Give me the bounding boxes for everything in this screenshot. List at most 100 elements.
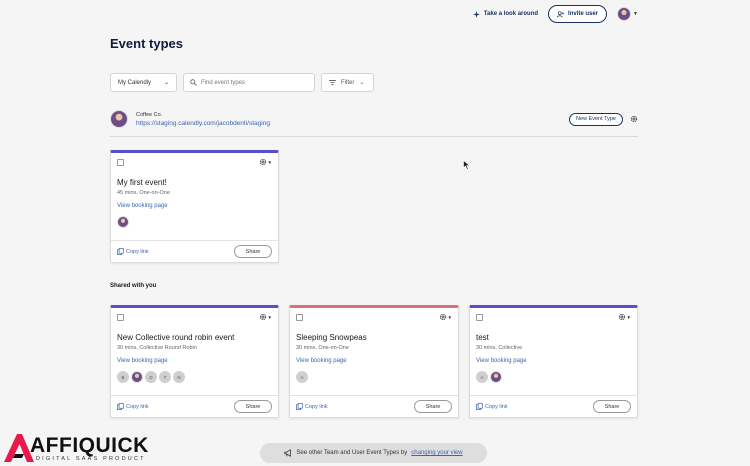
account-menu[interactable]: ▼ — [617, 7, 638, 21]
host-avatar — [117, 216, 129, 228]
host-list — [117, 216, 129, 228]
shared-section-label: Shared with you — [110, 283, 157, 289]
select-checkbox[interactable] — [476, 314, 483, 321]
new-event-type-button[interactable]: New Event Type — [569, 112, 623, 126]
take-a-look-label: Take a look around — [483, 11, 539, 17]
divider — [110, 136, 638, 137]
view-booking-link[interactable]: View booking page — [117, 358, 168, 364]
view-toast: See other Team and User Event Types by c… — [260, 443, 487, 463]
host-list: A — [476, 371, 502, 383]
event-settings-menu[interactable]: ▼ — [259, 158, 272, 166]
search-placeholder: Find event types — [201, 79, 246, 86]
event-settings-menu[interactable]: ▼ — [259, 313, 272, 321]
profile-avatar — [110, 110, 128, 128]
mouse-cursor-icon — [463, 160, 471, 170]
event-card-my-first-event[interactable]: ▼ My first event! 45 mins, One-on-One Vi… — [110, 150, 279, 263]
search-icon — [190, 79, 197, 86]
toast-text: See other Team and User Event Types by — [296, 450, 408, 456]
profile-link[interactable]: https://staging.calendly.com/jacobdenti/… — [136, 120, 270, 127]
search-input[interactable]: Find event types — [183, 73, 315, 92]
copy-link-button[interactable]: Copy link — [476, 403, 508, 410]
copy-icon — [476, 403, 483, 410]
filter-icon — [329, 79, 336, 86]
filter-label: Filter — [341, 79, 355, 86]
change-view-link[interactable]: changing your view — [411, 450, 462, 456]
host-avatar — [131, 371, 143, 383]
chevron-down-icon: ⌄ — [359, 80, 365, 86]
host-initial: A — [296, 371, 308, 383]
watermark-name: AFFIQUICK — [30, 434, 149, 457]
share-button[interactable]: Share — [234, 245, 272, 258]
card-footer: Copy link Share — [290, 395, 458, 417]
share-button[interactable]: Share — [234, 400, 272, 413]
chevron-down-icon: ▼ — [633, 11, 638, 17]
scope-select-value: My Calendly — [118, 79, 152, 86]
watermark-tagline: DIGITAL SAAS PRODUCT — [36, 456, 146, 462]
host-initial: T — [159, 371, 171, 383]
event-title: New Collective round robin event — [117, 333, 235, 342]
host-initial: D — [145, 371, 157, 383]
caret-down-icon: ▼ — [447, 314, 452, 320]
view-booking-link[interactable]: View booking page — [296, 358, 347, 364]
card-footer: Copy link Share — [111, 240, 278, 262]
host-initial: B — [117, 371, 129, 383]
caret-down-icon: ▼ — [267, 314, 272, 320]
profile-row: Coffee Co. https://staging.calendly.com/… — [110, 110, 638, 128]
profile-info: Coffee Co. https://staging.calendly.com/… — [136, 112, 270, 127]
host-initial: N — [173, 371, 185, 383]
scope-select[interactable]: My Calendly ⌄ — [110, 73, 177, 92]
event-settings-menu[interactable]: ▼ — [439, 313, 452, 321]
event-title: Sleeping Snowpeas — [296, 333, 367, 342]
copy-icon — [117, 248, 124, 255]
event-title: My first event! — [117, 178, 167, 187]
event-meta: 45 mins, One-on-One — [117, 190, 170, 196]
take-a-look-link[interactable]: Take a look around — [472, 10, 539, 18]
megaphone-icon — [284, 449, 292, 457]
gear-icon — [618, 313, 625, 321]
filter-button[interactable]: Filter ⌄ — [321, 73, 374, 92]
share-button[interactable]: Share — [593, 400, 631, 413]
invite-user-button[interactable]: Invite user — [548, 5, 608, 23]
copy-link-button[interactable]: Copy link — [296, 403, 328, 410]
event-meta: 30 mins, Collective — [476, 345, 523, 351]
filter-bar: My Calendly ⌄ Find event types Filter ⌄ — [110, 73, 374, 92]
select-checkbox[interactable] — [117, 159, 124, 166]
copy-icon — [296, 403, 303, 410]
copy-link-label: Copy link — [126, 403, 149, 410]
copy-icon — [117, 403, 124, 410]
gear-icon — [259, 313, 266, 321]
profile-name: Coffee Co. — [136, 111, 163, 118]
caret-down-icon: ▼ — [267, 159, 272, 165]
view-booking-link[interactable]: View booking page — [117, 203, 168, 209]
event-meta: 30 mins, Collective Round Robin — [117, 345, 197, 351]
invite-user-label: Invite user — [568, 11, 599, 17]
event-settings-menu[interactable]: ▼ — [618, 313, 631, 321]
select-checkbox[interactable] — [296, 314, 303, 321]
copy-link-label: Copy link — [485, 403, 508, 410]
gear-icon — [439, 313, 446, 321]
avatar — [617, 7, 632, 21]
caret-down-icon: ▼ — [626, 314, 631, 320]
card-footer: Copy link Share — [470, 395, 637, 417]
select-checkbox[interactable] — [117, 314, 124, 321]
event-card-test[interactable]: ▼ test 30 mins, Collective View booking … — [469, 305, 638, 418]
chevron-down-icon: ⌄ — [163, 80, 169, 86]
copy-link-label: Copy link — [126, 248, 149, 255]
page-title: Event types — [110, 36, 183, 51]
host-list: A — [296, 371, 308, 383]
host-avatar — [490, 371, 502, 383]
compass-icon — [472, 10, 480, 18]
share-button[interactable]: Share — [414, 400, 452, 413]
copy-link-button[interactable]: Copy link — [117, 403, 149, 410]
host-initial: A — [476, 371, 488, 383]
event-card-sleeping-snowpeas[interactable]: ▼ Sleeping Snowpeas 30 mins, One-on-One … — [289, 305, 459, 418]
copy-link-button[interactable]: Copy link — [117, 248, 149, 255]
event-title: test — [476, 333, 489, 342]
view-booking-link[interactable]: View booking page — [476, 358, 527, 364]
event-meta: 30 mins, One-on-One — [296, 345, 349, 351]
gear-icon[interactable] — [630, 115, 638, 123]
host-list: B D T N — [117, 371, 185, 383]
copy-link-label: Copy link — [305, 403, 328, 410]
gear-icon — [259, 158, 266, 166]
event-card-collective-round-robin[interactable]: ▼ New Collective round robin event 30 mi… — [110, 305, 279, 418]
